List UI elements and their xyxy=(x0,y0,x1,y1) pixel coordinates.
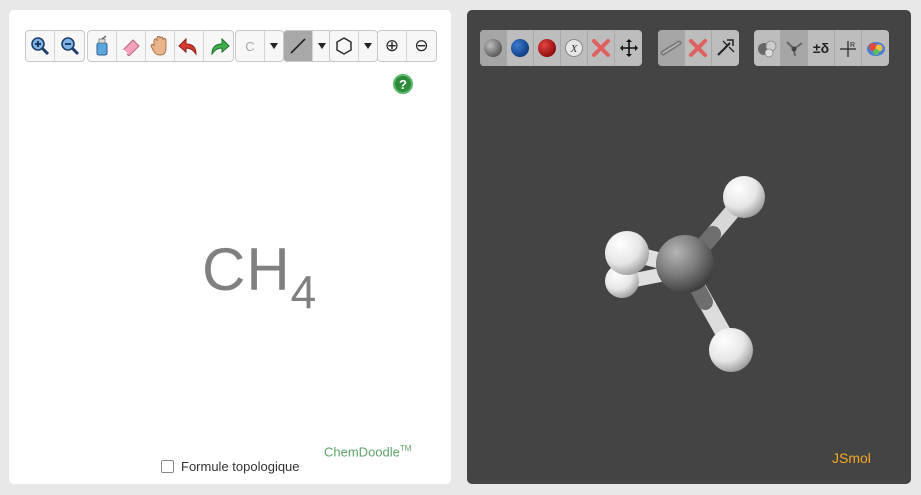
atom-label-group: C xyxy=(235,30,284,62)
skeletal-formula-option[interactable]: Formule topologique xyxy=(161,459,300,474)
skeletal-formula-label: Formule topologique xyxy=(181,459,300,474)
ring-group xyxy=(329,30,378,62)
help-label: ? xyxy=(399,76,407,92)
jsmol-brand: JSmol xyxy=(832,450,871,466)
brand-name: ChemDoodle xyxy=(324,444,400,460)
ring-button[interactable] xyxy=(330,31,359,61)
bond-group xyxy=(283,30,332,62)
zoom-group xyxy=(25,30,85,62)
dropdown-arrow-icon xyxy=(364,43,372,49)
single-bond-button[interactable] xyxy=(284,31,313,61)
charge-group: ⊕ ⊖ xyxy=(377,30,437,62)
chemdoodle-editor[interactable]: C ⊕ ⊖ ? CH4 ChemDoodleTM Formule topolog… xyxy=(9,10,451,484)
eraser-icon xyxy=(122,39,140,56)
dropdown-arrow-icon xyxy=(318,43,326,49)
skeletal-formula-checkbox[interactable] xyxy=(161,460,174,473)
formula-main: CH xyxy=(202,236,291,303)
atom-label-text: C xyxy=(245,38,255,54)
hydrogen-atom-upper xyxy=(723,176,765,218)
brand-tm: TM xyxy=(399,444,412,453)
hydrogen-atom-lower xyxy=(709,328,753,372)
carbon-atom xyxy=(656,235,714,293)
atom-label-dropdown[interactable] xyxy=(265,31,283,61)
hand-icon xyxy=(150,36,167,56)
redo-button[interactable] xyxy=(204,31,233,61)
chemdoodle-brand: ChemDoodleTM xyxy=(324,444,411,459)
zoom-out-icon xyxy=(60,37,79,56)
zoom-out-button[interactable] xyxy=(55,31,84,61)
edit-group xyxy=(87,30,234,62)
eraser-button[interactable] xyxy=(117,31,146,61)
structure-formula: CH4 xyxy=(202,235,317,319)
ring-dropdown[interactable] xyxy=(359,31,377,61)
formula-subscript: 4 xyxy=(290,266,318,318)
redo-icon xyxy=(210,37,230,56)
pan-button[interactable] xyxy=(146,31,175,61)
hexagon-icon xyxy=(336,37,352,55)
charge-plus-button[interactable]: ⊕ xyxy=(378,31,407,61)
atom-label-button[interactable]: C xyxy=(236,31,265,61)
clear-button[interactable] xyxy=(88,31,117,61)
charge-minus-icon: ⊖ xyxy=(414,36,429,56)
clear-icon xyxy=(96,35,108,56)
dropdown-arrow-icon xyxy=(270,43,278,49)
zoom-in-button[interactable] xyxy=(26,31,55,61)
undo-icon xyxy=(178,37,197,56)
jsmol-viewer[interactable]: X ±δ R JSmol xyxy=(467,10,911,484)
charge-plus-icon: ⊕ xyxy=(384,36,400,56)
undo-button[interactable] xyxy=(175,31,204,61)
hydrogen-atom-left xyxy=(605,231,649,275)
zoom-in-icon xyxy=(31,37,50,56)
charge-minus-button[interactable]: ⊖ xyxy=(407,31,436,61)
single-bond-icon xyxy=(290,38,306,54)
molecule-3d-view[interactable] xyxy=(467,10,911,484)
help-icon[interactable]: ? xyxy=(393,74,413,94)
